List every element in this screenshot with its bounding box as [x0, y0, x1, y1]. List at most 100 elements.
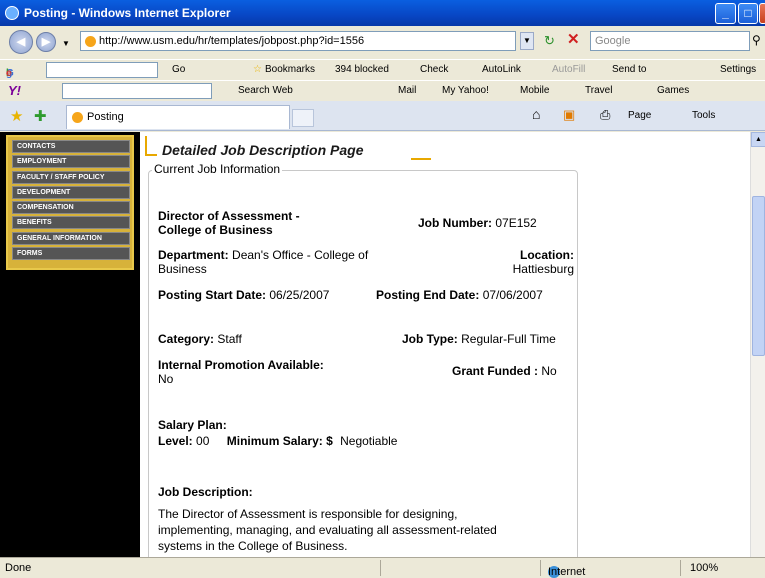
level-value: 00: [196, 434, 210, 448]
feeds-icon[interactable]: ▣: [563, 107, 575, 123]
nav-compensation[interactable]: COMPENSATION: [12, 201, 130, 215]
nav-benefits[interactable]: BENEFITS: [12, 216, 130, 230]
yahoo-search-input[interactable]: [62, 83, 212, 99]
nav-menu: CONTACTS EMPLOYMENT FACULTY / STAFF POLI…: [6, 135, 134, 270]
tab-bar: ★ ✚ Posting ⌂ ▣ ⎙ Page Tools: [0, 101, 765, 131]
posting-end-label: Posting End Date:: [376, 288, 480, 302]
address-bar-row: ◀ ▶ ▼ http://www.usm.edu/hr/templates/jo…: [0, 26, 765, 58]
refresh-icon[interactable]: ↻: [544, 33, 555, 49]
posting-start: Posting Start Date: 06/25/2007: [158, 288, 329, 302]
category: Category: Staff: [158, 332, 242, 346]
page-title: Detailed Job Description Page: [162, 142, 364, 158]
job-type-value: Regular-Full Time: [461, 332, 556, 346]
min-salary-value: Negotiable: [340, 434, 398, 448]
yahoo-games-button[interactable]: Games: [657, 85, 689, 96]
tab-posting[interactable]: Posting: [66, 105, 290, 129]
location-value: Hattiesburg: [512, 262, 574, 276]
posting-end: Posting End Date: 07/06/2007: [376, 288, 543, 302]
job-description-line1: The Director of Assessment is responsibl…: [158, 507, 458, 521]
security-zone-label: Internet: [548, 566, 586, 578]
grant-funded-value: No: [541, 364, 557, 378]
job-type: Job Type: Regular-Full Time: [402, 332, 556, 346]
address-url: http://www.usm.edu/hr/templates/jobpost.…: [99, 35, 365, 47]
ie-logo-icon: [5, 6, 19, 20]
job-number: Job Number: 07E152: [418, 216, 537, 230]
yahoo-search-web-button[interactable]: Search Web: [238, 85, 293, 96]
google-toolbar: Google Go ☆ Bookmarks 394 blocked Check …: [0, 59, 765, 79]
vertical-scrollbar[interactable]: ▲: [750, 132, 765, 557]
stop-icon[interactable]: ✕: [567, 30, 580, 48]
min-salary-label: Minimum Salary: $: [226, 434, 333, 448]
google-go-button[interactable]: Go: [172, 64, 185, 75]
back-button[interactable]: ◀: [9, 30, 33, 54]
job-description-label: Job Description:: [158, 485, 253, 499]
job-description-line3: systems in the College of Business.: [158, 539, 348, 553]
address-dropdown-button[interactable]: ▼: [520, 32, 534, 50]
search-icon[interactable]: ⚲: [752, 33, 761, 47]
nav-forms[interactable]: FORMS: [12, 247, 130, 261]
left-navigation: CONTACTS EMPLOYMENT FACULTY / STAFF POLI…: [0, 132, 140, 557]
job-type-label: Job Type:: [402, 332, 458, 346]
close-button[interactable]: [759, 3, 765, 24]
posting-start-value: 06/25/2007: [269, 288, 330, 302]
popup-blocked-button[interactable]: 394 blocked: [335, 64, 389, 75]
send-to-button[interactable]: Send to: [612, 64, 646, 75]
job-number-label: Job Number:: [418, 216, 493, 230]
department-label: Department:: [158, 248, 229, 262]
yahoo-mobile-button[interactable]: Mobile: [520, 85, 549, 96]
scroll-up-icon[interactable]: ▲: [751, 132, 765, 147]
department-value-line1: Dean's Office - College of: [232, 248, 369, 262]
job-description-line2: implementing, managing, and evaluating a…: [158, 523, 497, 537]
autofill-button[interactable]: AutoFill: [552, 64, 585, 75]
job-title-line2: College of Business: [158, 223, 273, 237]
address-input[interactable]: http://www.usm.edu/hr/templates/jobpost.…: [80, 31, 516, 51]
status-divider: [380, 560, 381, 576]
my-yahoo-button[interactable]: My Yahoo!: [442, 85, 489, 96]
department-value-line2: Business: [158, 262, 207, 276]
tools-menu-button[interactable]: Tools: [692, 110, 715, 121]
heading-underline-decoration: [411, 158, 431, 160]
salary-plan-label: Salary Plan:: [158, 418, 227, 432]
spell-check-button[interactable]: Check: [420, 64, 448, 75]
nav-faculty-staff-policy[interactable]: FACULTY / STAFF POLICY: [12, 170, 130, 184]
bookmarks-star-icon: ☆: [253, 64, 262, 75]
home-icon[interactable]: ⌂: [532, 106, 540, 122]
page-favicon-icon: [85, 36, 96, 47]
status-divider: [680, 560, 681, 576]
autolink-button[interactable]: AutoLink: [482, 64, 521, 75]
nav-employment[interactable]: EMPLOYMENT: [12, 155, 130, 169]
location-label: Location:: [520, 248, 574, 262]
yahoo-travel-button[interactable]: Travel: [585, 85, 612, 96]
page-menu-button[interactable]: Page: [628, 110, 651, 121]
new-tab-button[interactable]: [292, 109, 314, 127]
yahoo-mail-button[interactable]: Mail: [398, 85, 416, 96]
scrollbar-thumb[interactable]: [752, 196, 765, 356]
google-settings-button[interactable]: Settings: [720, 64, 756, 75]
window-title: Posting - Windows Internet Explorer: [24, 6, 231, 20]
forward-button[interactable]: ▶: [36, 32, 56, 52]
grant-funded: Grant Funded : No: [452, 364, 557, 378]
salary-level: Level: 00 Minimum Salary: $ Negotiable: [158, 434, 397, 448]
grant-funded-label: Grant Funded :: [452, 364, 538, 378]
posting-start-label: Posting Start Date:: [158, 288, 267, 302]
bookmarks-button[interactable]: Bookmarks: [265, 64, 315, 75]
add-favorites-icon[interactable]: ✚: [34, 107, 47, 125]
maximize-button[interactable]: □: [738, 3, 758, 24]
search-input[interactable]: Google: [590, 31, 750, 51]
google-search-input[interactable]: [46, 62, 158, 78]
zoom-level[interactable]: 100%: [690, 562, 718, 574]
status-divider: [540, 560, 541, 576]
print-icon[interactable]: ⎙: [600, 107, 610, 123]
favorites-star-icon[interactable]: ★: [10, 107, 23, 125]
tab-favicon-icon: [72, 112, 83, 123]
recent-pages-dropdown[interactable]: ▼: [62, 39, 70, 48]
nav-development[interactable]: DEVELOPMENT: [12, 185, 130, 199]
minimize-button[interactable]: _: [715, 3, 736, 24]
tab-label: Posting: [87, 111, 124, 123]
category-label: Category:: [158, 332, 215, 346]
yahoo-logo[interactable]: Y!: [8, 83, 21, 98]
status-bar: Done Internet 100%: [0, 557, 765, 578]
nav-contacts[interactable]: CONTACTS: [12, 140, 130, 153]
nav-general-information[interactable]: GENERAL INFORMATION: [12, 231, 130, 245]
yahoo-toolbar: Y! Search Web Mail My Yahoo! Mobile Trav…: [0, 80, 765, 100]
